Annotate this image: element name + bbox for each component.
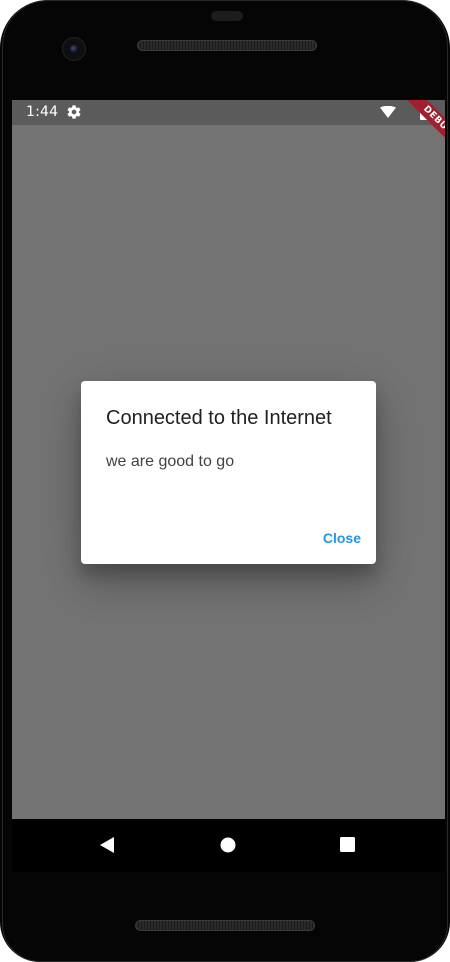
back-triangle-icon[interactable] [98, 836, 116, 854]
battery-icon [420, 104, 428, 120]
top-sensor-slot [211, 11, 243, 21]
system-navigation-bar [12, 819, 445, 872]
dialog-actions: Close [316, 520, 368, 556]
bottom-speaker [135, 920, 315, 931]
dialog-title: Connected to the Internet [106, 407, 332, 429]
home-circle-icon[interactable] [220, 837, 236, 853]
recents-square-icon[interactable] [340, 837, 355, 852]
close-button[interactable]: Close [316, 522, 368, 554]
phone-device-frame: 1:44 Connected to the Internet we are go… [0, 0, 450, 962]
earpiece-speaker [137, 40, 317, 51]
status-bar: 1:44 [12, 100, 445, 125]
modal-scrim-background[interactable]: Connected to the Internet we are good to… [12, 125, 445, 819]
dialog-message: we are good to go [106, 453, 235, 470]
status-time: 1:44 [26, 104, 59, 120]
screen: 1:44 Connected to the Internet we are go… [12, 100, 445, 872]
gear-icon [67, 105, 81, 119]
wifi-icon [380, 106, 396, 118]
front-camera [62, 37, 86, 61]
alert-dialog: Connected to the Internet we are good to… [81, 381, 376, 564]
